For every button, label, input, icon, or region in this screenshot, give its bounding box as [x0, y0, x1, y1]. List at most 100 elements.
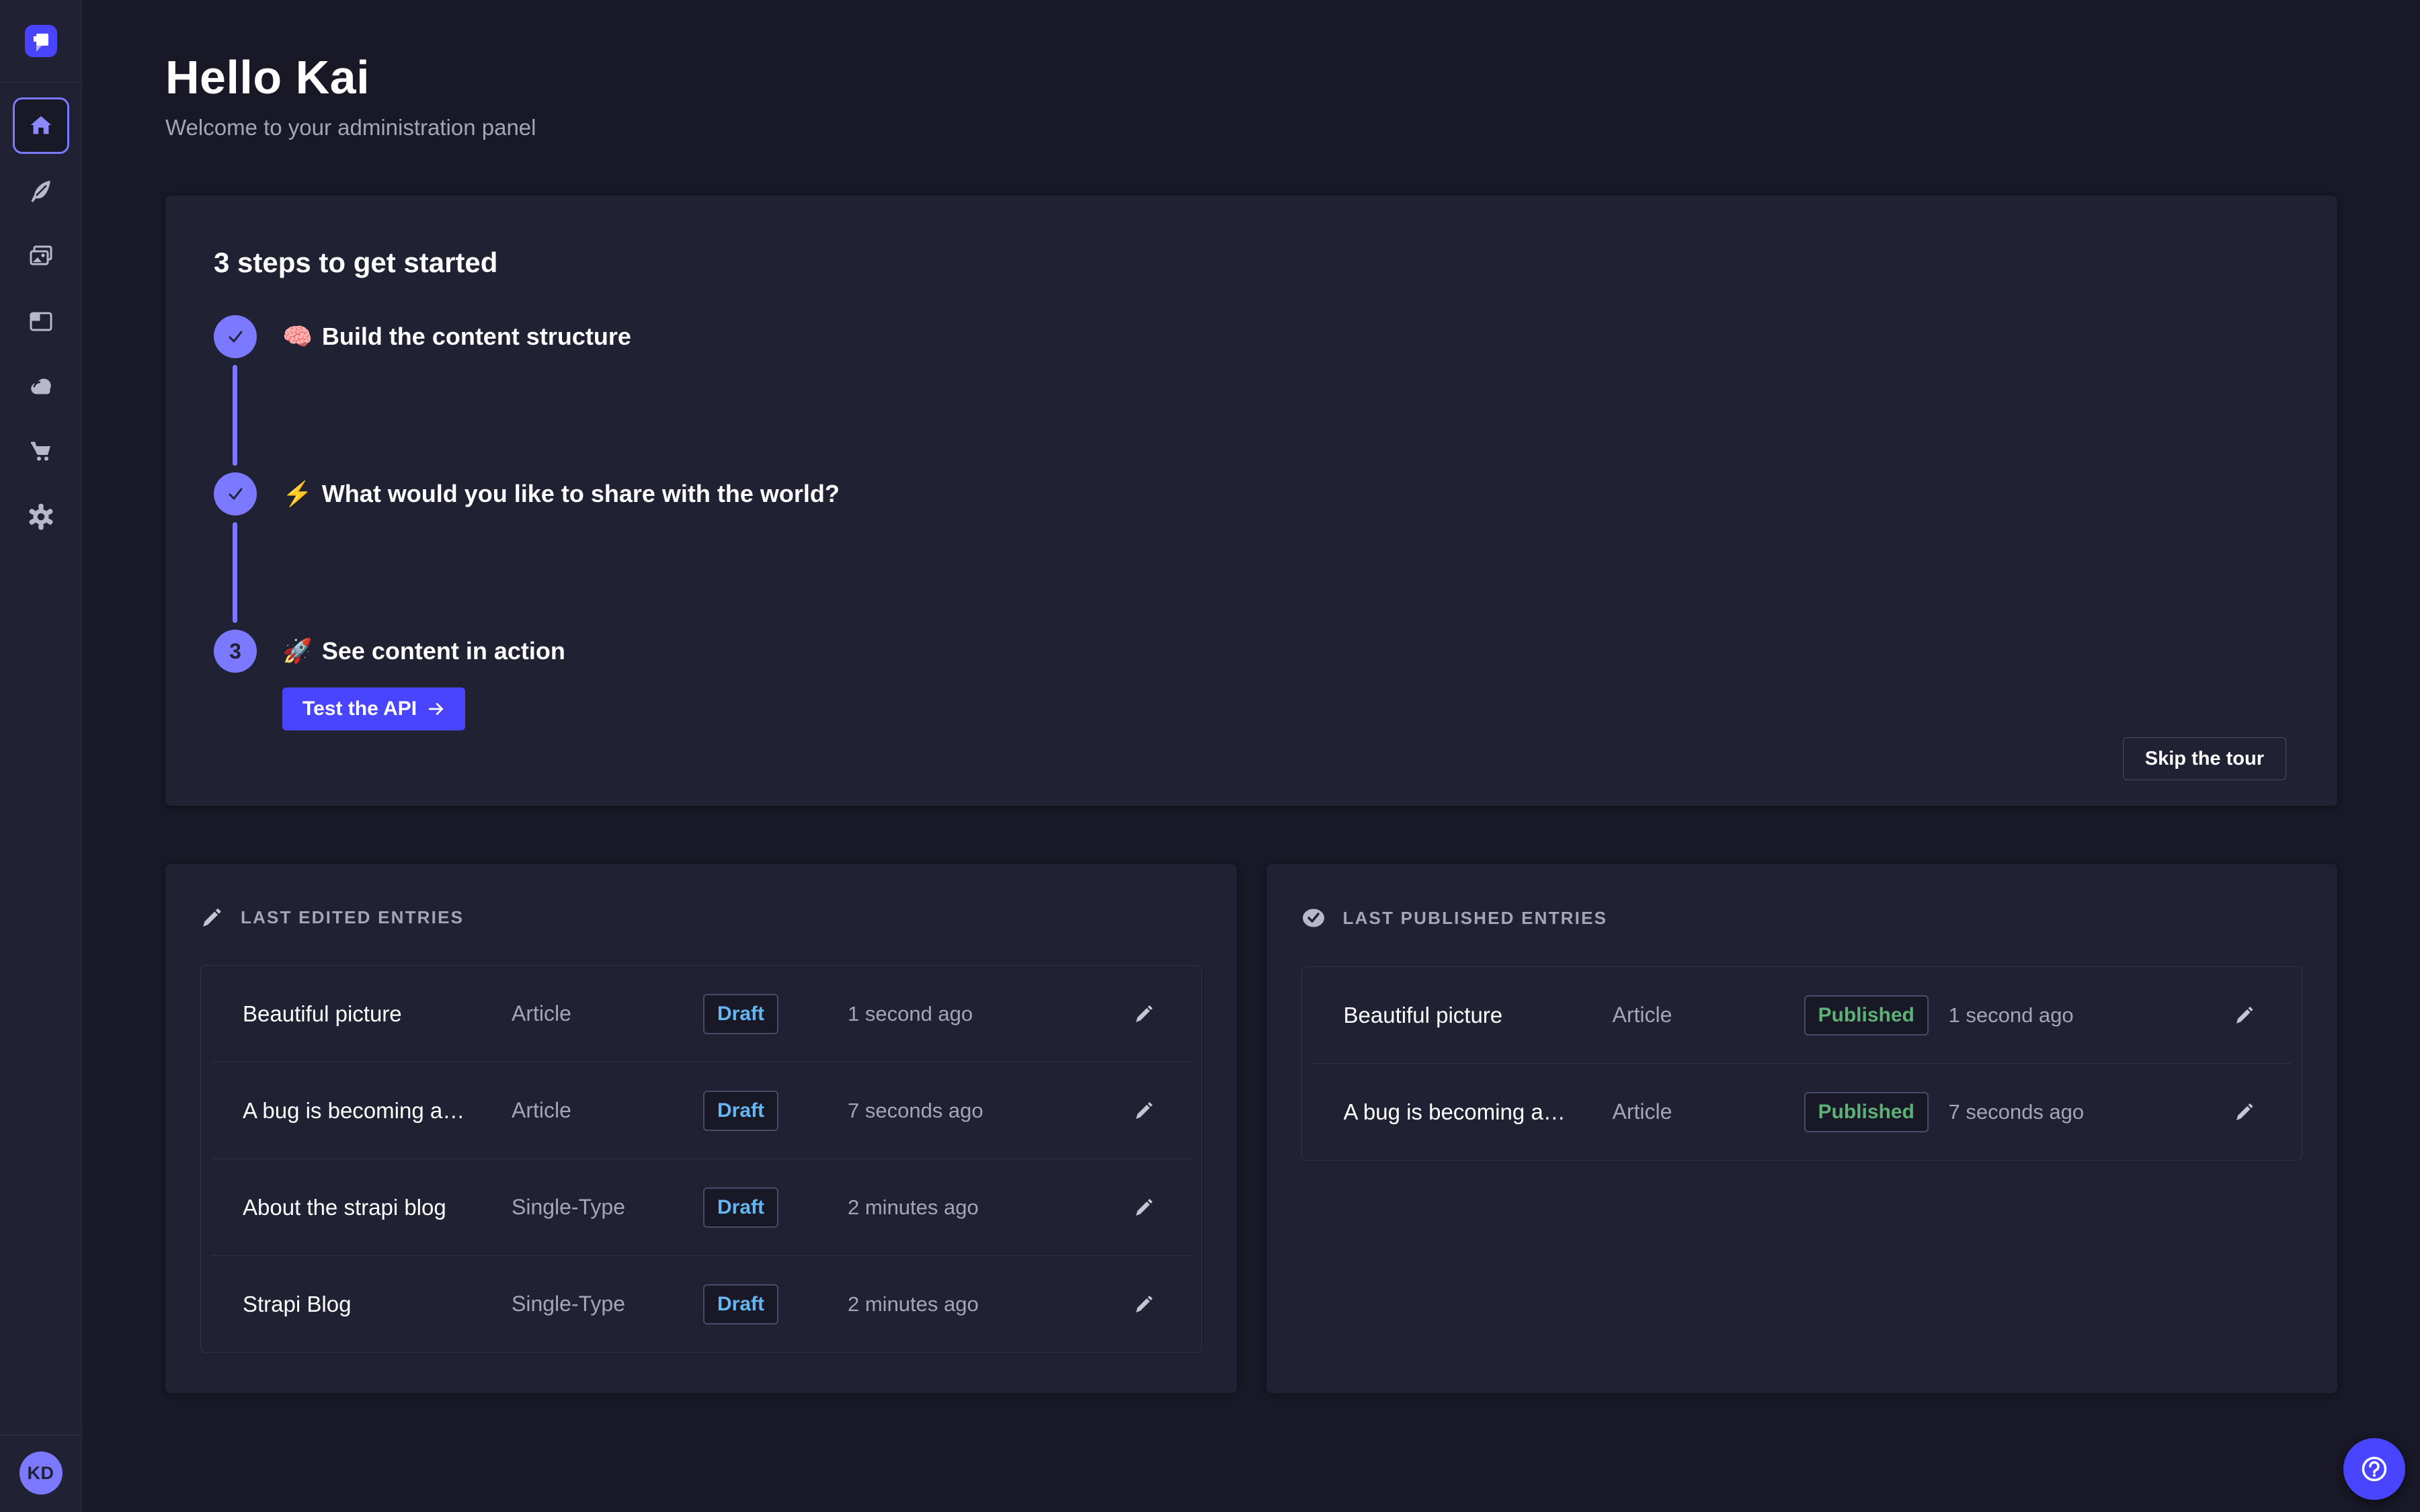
step-2-text: What would you like to share with the wo… — [322, 480, 840, 508]
table-row: About the strapi blog Single-Type Draft … — [201, 1159, 1201, 1255]
entry-time: 2 minutes ago — [848, 1292, 1127, 1316]
last-edited-header: LAST EDITED ENTRIES — [200, 906, 1202, 929]
question-mark-icon — [2360, 1454, 2389, 1484]
last-published-header: LAST PUBLISHED ENTRIES — [1301, 906, 2303, 930]
last-edited-table: Beautiful picture Article Draft 1 second… — [200, 965, 1202, 1353]
entry-time: 7 seconds ago — [1949, 1100, 2228, 1124]
main-content: Hello Kai Welcome to your administration… — [82, 0, 2420, 1393]
pencil-icon — [1133, 1100, 1154, 1122]
step-1-check-circle — [214, 315, 257, 358]
entry-title: A bug is becoming a… — [1344, 1099, 1613, 1125]
entry-title: Strapi Blog — [243, 1292, 512, 1317]
pencil-icon — [200, 906, 223, 929]
entry-type: Article — [1613, 1099, 1804, 1124]
sidebar-item-cloud[interactable] — [13, 358, 69, 415]
user-avatar[interactable]: KD — [19, 1452, 63, 1495]
sidebar-item-home[interactable] — [13, 97, 69, 154]
edit-entry-button[interactable] — [1127, 998, 1160, 1030]
entry-type: Article — [512, 1098, 703, 1123]
entry-status-cell: Draft — [703, 1187, 848, 1228]
arrow-right-icon — [428, 700, 445, 718]
sidebar-item-media-library[interactable] — [13, 228, 69, 284]
entry-status-cell: Draft — [703, 1091, 848, 1131]
pencil-icon — [2233, 1101, 2255, 1123]
entry-type: Article — [512, 1001, 703, 1026]
entry-status-cell: Published — [1804, 995, 1949, 1036]
edit-entry-button[interactable] — [1127, 1288, 1160, 1320]
step-2-label: ⚡ What would you like to share with the … — [282, 480, 840, 508]
test-api-label: Test the API — [302, 698, 417, 720]
entry-type: Article — [1613, 1003, 1804, 1027]
sidebar-footer: KD — [0, 1435, 81, 1512]
table-row: Beautiful picture Article Published 1 se… — [1302, 967, 2302, 1063]
skip-tour-button[interactable]: Skip the tour — [2123, 737, 2286, 780]
images-icon — [28, 243, 54, 269]
entry-title: A bug is becoming a… — [243, 1098, 512, 1124]
entry-time: 1 second ago — [848, 1002, 1127, 1026]
page-header: Hello Kai Welcome to your administration… — [165, 50, 2337, 140]
entry-type: Single-Type — [512, 1195, 703, 1220]
test-api-button[interactable]: Test the API — [282, 687, 465, 730]
sidebar-logo-area — [0, 0, 81, 82]
entry-status-cell: Draft — [703, 1284, 848, 1325]
pencil-icon — [1133, 1197, 1154, 1218]
cart-icon — [28, 438, 54, 465]
step-3-label: 🚀 See content in action — [282, 637, 565, 665]
pencil-icon — [1133, 1003, 1154, 1025]
last-published-table: Beautiful picture Article Published 1 se… — [1301, 966, 2303, 1161]
status-badge: Published — [1804, 995, 1929, 1036]
step-1-label: 🧠 Build the content structure — [282, 323, 631, 351]
check-circle-icon — [1301, 906, 1326, 930]
sidebar-item-content-manager[interactable] — [13, 163, 69, 219]
feather-icon — [28, 177, 54, 204]
cloud-icon — [27, 372, 55, 401]
step-3-text: See content in action — [322, 637, 565, 665]
check-icon — [225, 484, 245, 504]
step-connector — [233, 365, 237, 466]
edit-entry-button[interactable] — [2228, 1096, 2260, 1128]
entry-time: 2 minutes ago — [848, 1195, 1127, 1220]
entry-time: 7 seconds ago — [848, 1099, 1127, 1123]
check-icon — [225, 327, 245, 347]
status-badge: Draft — [703, 1091, 778, 1131]
sidebar-item-settings[interactable] — [13, 489, 69, 545]
strapi-logo[interactable] — [13, 13, 69, 69]
edit-entry-button[interactable] — [1127, 1095, 1160, 1127]
sidebar-item-marketplace[interactable] — [13, 423, 69, 480]
sidebar-item-content-type-builder[interactable] — [13, 293, 69, 349]
home-icon — [28, 113, 54, 138]
status-badge: Draft — [703, 1187, 778, 1228]
step-connector — [233, 522, 237, 623]
step-2-check-circle — [214, 472, 257, 515]
panel-title: LAST PUBLISHED ENTRIES — [1343, 908, 1608, 929]
status-badge: Draft — [703, 994, 778, 1034]
edit-entry-button[interactable] — [2228, 999, 2260, 1032]
panel-title: LAST EDITED ENTRIES — [241, 907, 464, 928]
pencil-icon — [2233, 1005, 2255, 1026]
table-row: A bug is becoming a… Article Draft 7 sec… — [201, 1062, 1201, 1159]
tour-step-2: ⚡ What would you like to share with the … — [214, 472, 2286, 515]
step-1-text: Build the content structure — [322, 323, 631, 351]
help-button[interactable] — [2343, 1438, 2405, 1500]
status-badge: Published — [1804, 1092, 1929, 1132]
edit-entry-button[interactable] — [1127, 1191, 1160, 1224]
entry-type: Single-Type — [512, 1292, 703, 1316]
tour-step-1: 🧠 Build the content structure — [214, 315, 2286, 358]
table-row: Strapi Blog Single-Type Draft 2 minutes … — [201, 1256, 1201, 1352]
rocket-emoji: 🚀 — [282, 637, 313, 665]
zap-emoji: ⚡ — [282, 480, 313, 508]
tour-step-3: 3 🚀 See content in action — [214, 630, 2286, 673]
entry-title: Beautiful picture — [1344, 1003, 1613, 1028]
table-row: Beautiful picture Article Draft 1 second… — [201, 966, 1201, 1062]
strapi-admin-dashboard: { "header": { "title": "Hello Kai", "sub… — [0, 0, 2420, 1512]
last-edited-panel: LAST EDITED ENTRIES Beautiful picture Ar… — [165, 864, 1237, 1393]
pencil-icon — [1133, 1294, 1154, 1315]
entry-status-cell: Draft — [703, 994, 848, 1034]
skip-tour-row: Skip the tour — [214, 737, 2286, 780]
layout-icon — [28, 308, 54, 335]
tour-cta-row: Test the API — [282, 687, 2286, 730]
tour-title: 3 steps to get started — [214, 247, 2286, 279]
brain-emoji: 🧠 — [282, 323, 313, 351]
guided-tour-card: 3 steps to get started 🧠 Build the conte… — [165, 196, 2337, 806]
step-3-number-circle: 3 — [214, 630, 257, 673]
